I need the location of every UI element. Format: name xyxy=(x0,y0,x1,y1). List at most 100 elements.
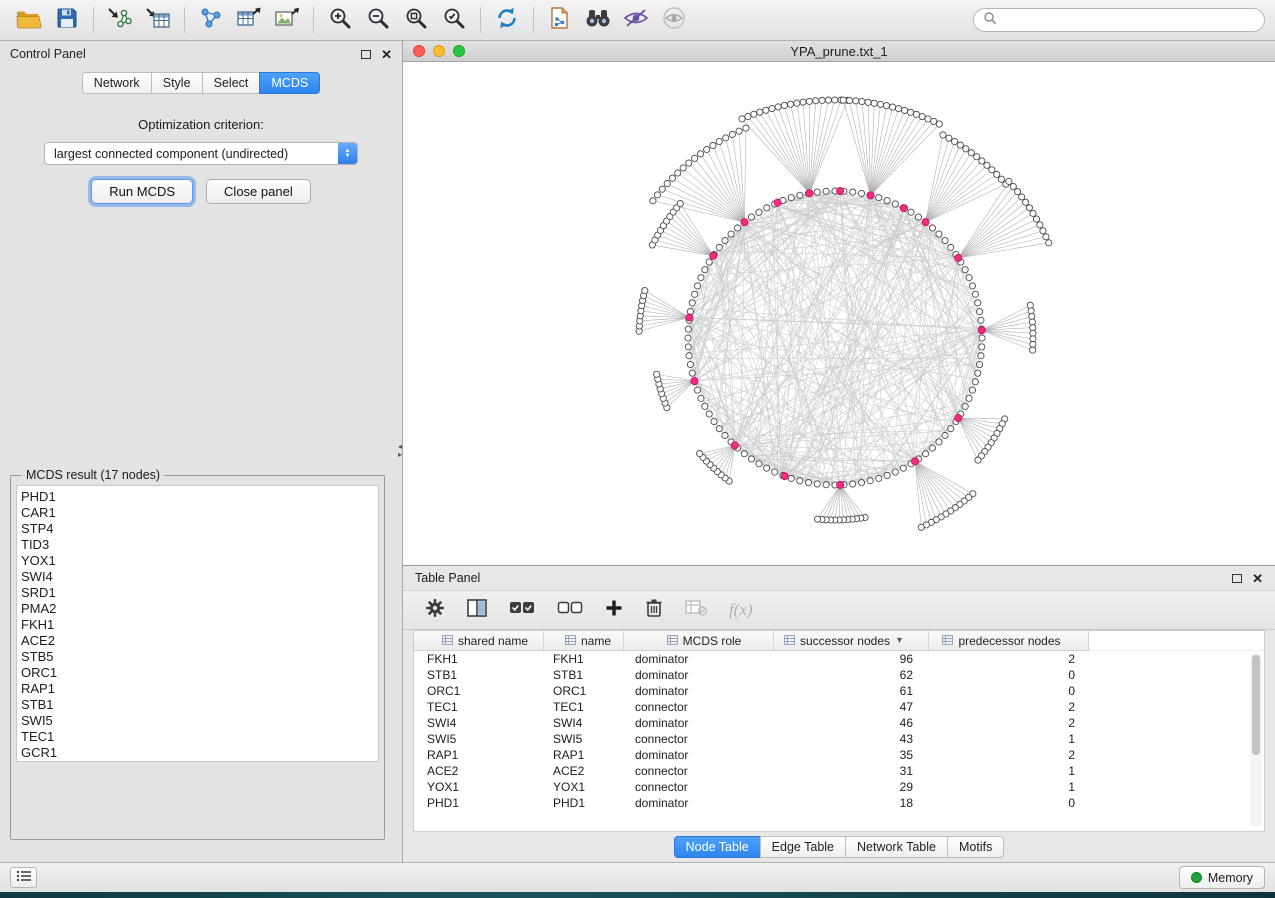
window-maximize-icon[interactable] xyxy=(453,45,465,57)
zoom-selected-button[interactable] xyxy=(435,4,473,36)
column-type-icon xyxy=(667,634,678,648)
deselect-all-button[interactable] xyxy=(557,600,583,621)
mcds-result-item[interactable]: SRD1 xyxy=(21,585,376,601)
show-all-button[interactable] xyxy=(655,4,693,36)
run-mcds-button[interactable]: Run MCDS xyxy=(91,179,193,204)
tab-style[interactable]: Style xyxy=(151,72,203,94)
float-table-panel-icon[interactable] xyxy=(1232,574,1242,583)
table-cell: ACE2 xyxy=(544,764,624,778)
zoom-out-button[interactable] xyxy=(359,4,397,36)
zoom-fit-button[interactable] xyxy=(397,4,435,36)
column-header-shared-name[interactable]: shared name xyxy=(414,631,544,651)
column-header-predecessor-nodes[interactable]: predecessor nodes xyxy=(929,631,1089,651)
scrollbar-thumb[interactable] xyxy=(1252,655,1260,755)
eye-icon xyxy=(662,6,686,35)
mcds-result-item[interactable]: ORC1 xyxy=(21,665,376,681)
table-row[interactable]: STB1STB1dominator620 xyxy=(414,667,1264,683)
select-all-button[interactable] xyxy=(509,600,535,621)
table-cell: 62 xyxy=(774,668,929,682)
mcds-result-item[interactable]: SWI5 xyxy=(21,713,376,729)
tab-mcds[interactable]: MCDS xyxy=(259,72,320,94)
tab-network[interactable]: Network xyxy=(82,72,152,94)
mcds-result-item[interactable]: STB5 xyxy=(21,649,376,665)
mcds-result-item[interactable]: ACE2 xyxy=(21,633,376,649)
save-session-button[interactable] xyxy=(48,4,86,36)
refresh-button[interactable] xyxy=(488,4,526,36)
import-table-button[interactable] xyxy=(139,4,177,36)
table-header-row: shared name name MCDS role successo xyxy=(414,631,1264,651)
column-header-successor-nodes[interactable]: successor nodes ▾ xyxy=(774,631,929,651)
criterion-dropdown[interactable]: largest connected component (undirected)… xyxy=(44,142,358,165)
mcds-result-list[interactable]: PHD1CAR1STP4TID3YOX1SWI4SRD1PMA2FKH1ACE2… xyxy=(16,485,379,762)
network-window: YPA_prune.txt_1 xyxy=(403,41,1275,565)
mcds-result-item[interactable]: FKH1 xyxy=(21,617,376,633)
table-scrollbar[interactable] xyxy=(1250,653,1262,827)
table-row[interactable]: RAP1RAP1dominator352 xyxy=(414,747,1264,763)
column-label: predecessor nodes xyxy=(958,634,1060,648)
toolbar-separator xyxy=(533,7,534,33)
find-button[interactable] xyxy=(579,4,617,36)
table-row[interactable]: SWI4SWI4dominator462 xyxy=(414,715,1264,731)
mcds-result-item[interactable]: TEC1 xyxy=(21,729,376,745)
table-cell: FKH1 xyxy=(414,652,544,666)
tab-select[interactable]: Select xyxy=(202,72,261,94)
column-header-mcds-role[interactable]: MCDS role xyxy=(624,631,774,651)
export-image-button[interactable] xyxy=(268,4,306,36)
eye-slash-icon xyxy=(623,8,649,33)
mcds-result-item[interactable]: STP4 xyxy=(21,521,376,537)
mcds-result-item[interactable]: RAP1 xyxy=(21,681,376,697)
close-table-panel-icon[interactable]: ✕ xyxy=(1252,572,1263,585)
mcds-result-item[interactable]: STB1 xyxy=(21,697,376,713)
tab-motifs[interactable]: Motifs xyxy=(947,836,1004,858)
table-row[interactable]: ACE2ACE2connector311 xyxy=(414,763,1264,779)
task-history-button[interactable] xyxy=(10,867,37,888)
export-table-button[interactable] xyxy=(230,4,268,36)
float-panel-icon[interactable] xyxy=(361,50,371,59)
window-close-icon[interactable] xyxy=(413,45,425,57)
search-input[interactable] xyxy=(1003,13,1255,27)
table-row[interactable]: FKH1FKH1dominator962 xyxy=(414,651,1264,667)
delete-column-button[interactable] xyxy=(645,598,663,623)
network-canvas[interactable] xyxy=(403,62,1275,565)
network-view[interactable] xyxy=(403,62,1275,565)
column-header-name[interactable]: name xyxy=(544,631,624,651)
panel-splitter-handle[interactable]: ◂▸ xyxy=(398,443,402,458)
mcds-result-item[interactable]: CAR1 xyxy=(21,505,376,521)
mcds-result-title: MCDS result (17 nodes) xyxy=(22,468,164,482)
mcds-result-item[interactable]: GCR1 xyxy=(21,745,376,761)
mcds-result-item[interactable]: SWI4 xyxy=(21,569,376,585)
window-minimize-icon[interactable] xyxy=(433,45,445,57)
table-row[interactable]: TEC1TEC1connector472 xyxy=(414,699,1264,715)
mcds-result-item[interactable]: TID3 xyxy=(21,537,376,553)
table-row[interactable]: PHD1PHD1dominator180 xyxy=(414,795,1264,811)
show-columns-button[interactable] xyxy=(467,599,487,622)
close-panel-icon[interactable]: ✕ xyxy=(381,48,392,61)
table-cell: TEC1 xyxy=(414,700,544,714)
add-column-button[interactable] xyxy=(605,599,623,622)
desktop-background xyxy=(0,892,1275,898)
dropdown-stepper-icon: ▲▼ xyxy=(338,143,357,164)
open-file-button[interactable] xyxy=(10,4,48,36)
hide-selected-button[interactable] xyxy=(617,4,655,36)
table-cell: connector xyxy=(624,764,774,778)
main-toolbar xyxy=(0,0,1275,41)
import-network-button[interactable] xyxy=(101,4,139,36)
tab-network-table[interactable]: Network Table xyxy=(845,836,948,858)
table-cell: FKH1 xyxy=(544,652,624,666)
zoom-in-button[interactable] xyxy=(321,4,359,36)
new-network-button[interactable] xyxy=(192,4,230,36)
mcds-result-item[interactable]: PHD1 xyxy=(21,489,376,505)
table-settings-button[interactable] xyxy=(425,598,445,623)
clone-network-button[interactable] xyxy=(541,4,579,36)
table-panel-header: Table Panel ✕ xyxy=(403,566,1275,590)
table-row[interactable]: SWI5SWI5connector431 xyxy=(414,731,1264,747)
table-row[interactable]: YOX1YOX1connector291 xyxy=(414,779,1264,795)
close-panel-button[interactable]: Close panel xyxy=(206,179,311,204)
mcds-result-item[interactable]: YOX1 xyxy=(21,553,376,569)
tab-edge-table[interactable]: Edge Table xyxy=(760,836,846,858)
mcds-result-item[interactable]: PMA2 xyxy=(21,601,376,617)
table-row[interactable]: ORC1ORC1dominator610 xyxy=(414,683,1264,699)
memory-button[interactable]: Memory xyxy=(1179,866,1265,889)
tab-node-table[interactable]: Node Table xyxy=(674,836,761,858)
table-cell: 2 xyxy=(929,700,1089,714)
